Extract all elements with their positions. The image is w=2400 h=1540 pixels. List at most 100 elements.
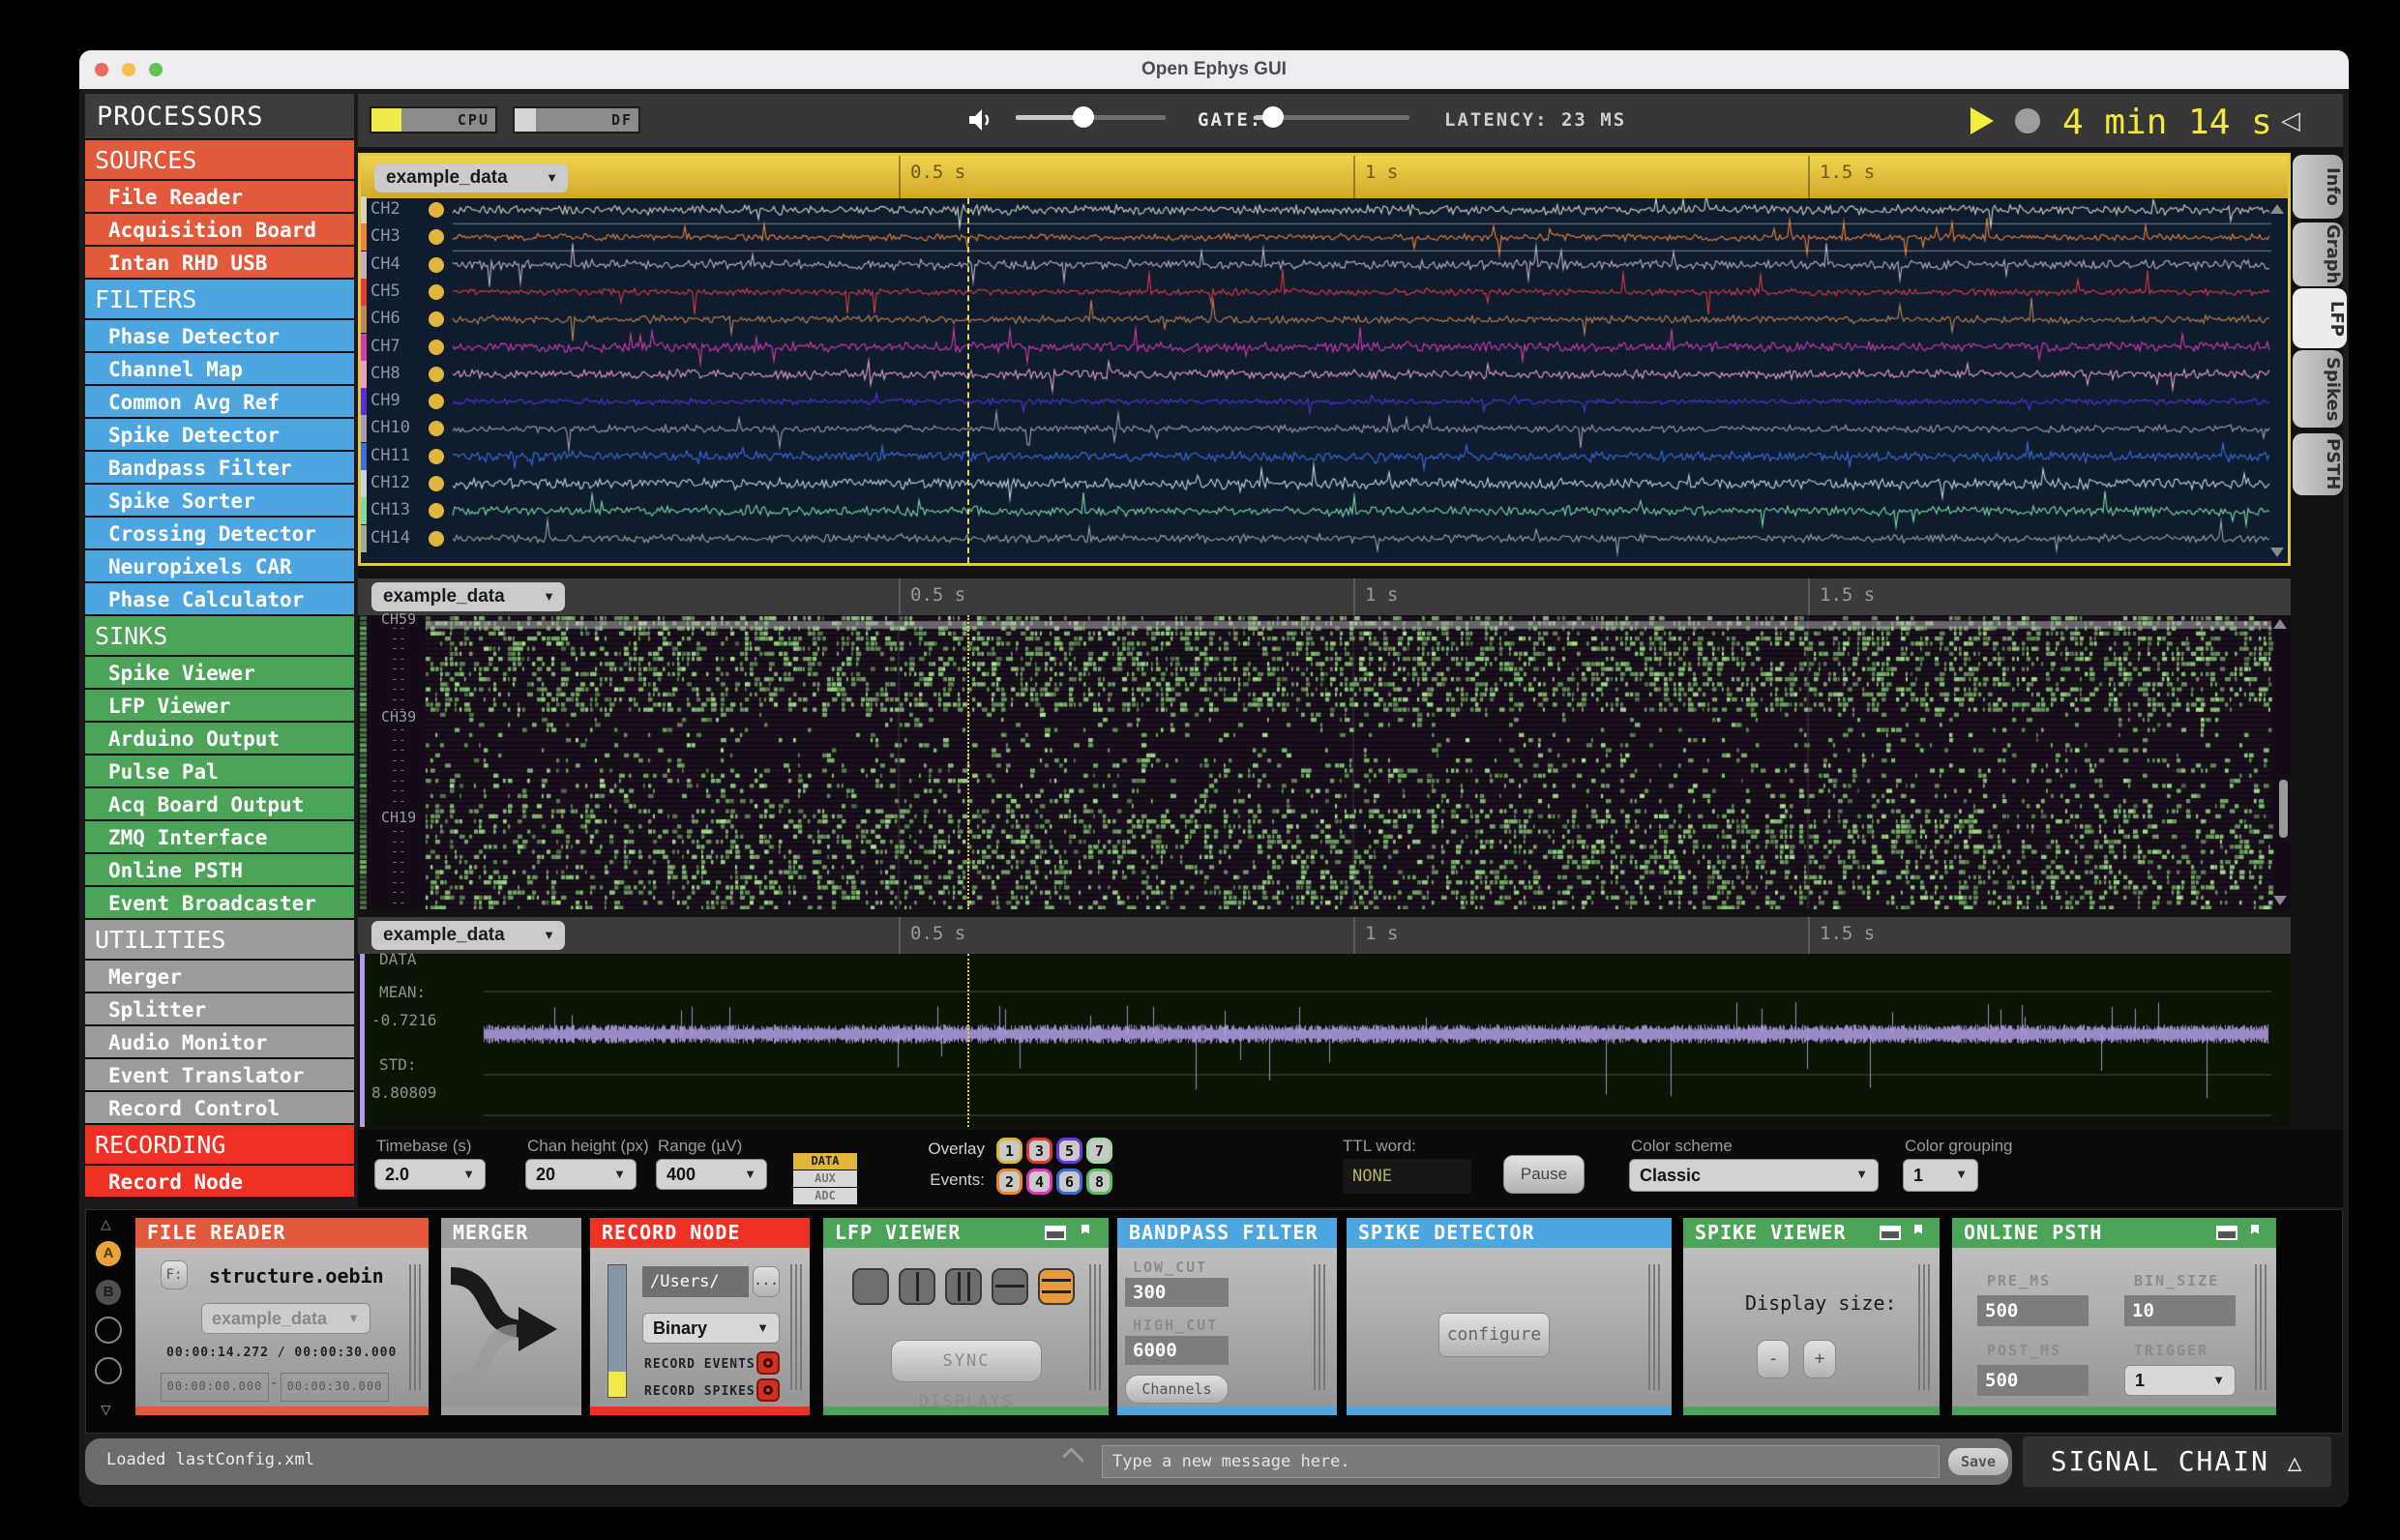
sidebar-item-phase-detector[interactable]: Phase Detector (85, 320, 354, 353)
processor-title[interactable]: SPIKE VIEWER (1683, 1218, 1940, 1248)
save-message-button[interactable]: Save (1948, 1448, 2008, 1475)
high-cut-field[interactable]: 6000 (1125, 1336, 1229, 1365)
sidebar-item-arduino-output[interactable]: Arduino Output (85, 723, 354, 755)
play-button[interactable] (1970, 107, 1994, 134)
channel-enable-button[interactable] (429, 202, 444, 218)
pre-ms-field[interactable]: 500 (1977, 1295, 2089, 1326)
browse-path-button[interactable]: ... (753, 1266, 780, 1297)
sidebar-item-event-translator[interactable]: Event Translator (85, 1059, 354, 1092)
record-events-toggle[interactable] (756, 1351, 780, 1375)
overlay-event-button-7[interactable]: 7 (1086, 1138, 1112, 1164)
channels-button[interactable]: Channels (1125, 1375, 1229, 1404)
color-scheme-dropdown[interactable]: Classic ▼ (1629, 1159, 1879, 1192)
processor-title[interactable]: RECORD NODE (590, 1218, 810, 1248)
channel-enable-button[interactable] (429, 339, 444, 355)
processor-title[interactable]: SPIKE DETECTOR (1347, 1218, 1672, 1248)
sidebar-item-event-broadcaster[interactable]: Event Broadcaster (85, 887, 354, 920)
sidebar-item-pulse-pal[interactable]: Pulse Pal (85, 755, 354, 788)
signal-chain-toggle[interactable]: SIGNAL CHAIN △ (2023, 1436, 2331, 1487)
scroll-down-icon[interactable] (2273, 896, 2287, 905)
processor-lfp-viewer[interactable]: LFP VIEWER SYNC DISPLAYS (823, 1218, 1109, 1415)
drag-handle[interactable] (1648, 1264, 1660, 1390)
sidebar-item-channel-map[interactable]: Channel Map (85, 353, 354, 386)
open-window-icon[interactable] (2216, 1226, 2237, 1240)
drag-handle[interactable] (1089, 1264, 1101, 1390)
sidebar-item-merger[interactable]: Merger (85, 961, 354, 993)
overlay-event-button-4[interactable]: 4 (1026, 1169, 1052, 1195)
sidebar-item-neuropixels-car[interactable]: Neuropixels CAR (85, 550, 354, 583)
layout-3row-button[interactable] (1038, 1268, 1075, 1305)
chevron-up-icon[interactable]: △ (101, 1214, 111, 1234)
layout-2col-button[interactable] (899, 1268, 935, 1305)
lfp-display-2[interactable]: example_data ▼ 0.5 s 1 s 1.5 s DATA MEAN: … (358, 917, 2291, 1127)
open-window-icon[interactable] (1880, 1226, 1901, 1240)
sidebar-item-splitter[interactable]: Splitter (85, 993, 354, 1026)
data-type-button[interactable]: DATA (793, 1153, 857, 1170)
signal-chain-empty-slot[interactable] (95, 1357, 122, 1384)
layout-3col-button[interactable] (945, 1268, 982, 1305)
lfp-display-0[interactable]: example_data ▼ 0.5 s1 s 1.5 s CH2 CH3 CH4 CH… (358, 153, 2291, 566)
processor-spike-detector[interactable]: SPIKE DETECTOR configure (1347, 1218, 1672, 1415)
drag-handle[interactable] (1918, 1264, 1930, 1390)
sidebar-item-online-psth[interactable]: Online PSTH (85, 854, 354, 887)
sync-displays-button[interactable]: SYNC DISPLAYS (891, 1340, 1042, 1411)
scroll-down-icon[interactable] (2270, 548, 2284, 557)
channel-enable-button[interactable] (429, 448, 444, 464)
layout-single-button[interactable] (852, 1268, 889, 1305)
collapse-toolbar-icon[interactable]: ◁ (2281, 105, 2300, 135)
gate-slider-thumb[interactable] (1262, 106, 1284, 128)
overlay-event-button-5[interactable]: 5 (1056, 1138, 1082, 1164)
signal-chain-empty-slot[interactable] (95, 1317, 122, 1344)
overlay-event-button-3[interactable]: 3 (1026, 1138, 1052, 1164)
channel-enable-button[interactable] (429, 530, 444, 547)
processor-file-reader[interactable]: FILE READER F: structure.oebin example_d… (135, 1218, 429, 1415)
channel-enable-button[interactable] (429, 394, 444, 410)
configure-button[interactable]: configure (1438, 1313, 1550, 1357)
sidebar-item-audio-monitor[interactable]: Audio Monitor (85, 1026, 354, 1059)
viewport-tab-psth[interactable]: PSTH (2293, 433, 2343, 495)
sidebar-item-spike-viewer[interactable]: Spike Viewer (85, 657, 354, 690)
trigger-dropdown[interactable]: 1 ▼ (2124, 1365, 2236, 1396)
viewport-tab-spikes[interactable]: Spikes (2293, 350, 2343, 428)
overlay-event-button-6[interactable]: 6 (1056, 1169, 1082, 1195)
processor-merger[interactable]: MERGER (441, 1218, 581, 1415)
lfp-display-2-body[interactable]: DATA MEAN: -0.7216 STD: 8.80809 (358, 950, 2291, 1127)
aux-type-button[interactable]: AUX (793, 1170, 857, 1187)
drag-handle[interactable] (1314, 1264, 1325, 1390)
channel-enable-button[interactable] (429, 283, 444, 300)
drag-handle[interactable] (790, 1264, 802, 1390)
decrease-size-button[interactable]: - (1757, 1340, 1790, 1378)
stream-selector[interactable]: example_data ▼ (374, 163, 568, 192)
chevron-down-icon[interactable]: ▽ (101, 1400, 111, 1420)
chan-height-dropdown[interactable]: 20 ▼ (525, 1159, 637, 1190)
increase-size-button[interactable]: + (1803, 1340, 1836, 1378)
scrollbar-thumb[interactable] (2279, 780, 2288, 838)
sidebar-item-record-node[interactable]: Record Node (85, 1166, 354, 1199)
scroll-up-icon[interactable] (2273, 619, 2287, 629)
overlay-event-button-2[interactable]: 2 (996, 1169, 1022, 1195)
channel-enable-button[interactable] (429, 366, 444, 382)
sidebar-item-spike-sorter[interactable]: Spike Sorter (85, 485, 354, 518)
file-select-button[interactable]: F: (161, 1260, 188, 1289)
signal-chain-b-button[interactable]: B (96, 1280, 121, 1305)
sidebar-item-file-reader[interactable]: File Reader (85, 181, 354, 214)
processor-bandpass-filter[interactable]: BANDPASS FILTER LOW_CUT 300 HIGH_CUT 600… (1117, 1218, 1337, 1415)
processor-record-node[interactable]: RECORD NODE /Users/ ... Binary ▼ RECORD … (590, 1218, 810, 1415)
sidebar-item-intan-rhd-usb[interactable]: Intan RHD USB (85, 247, 354, 280)
record-spikes-toggle[interactable] (756, 1378, 780, 1402)
stream-selector[interactable]: example_data ▼ (371, 582, 565, 611)
open-window-icon[interactable] (1045, 1226, 1066, 1240)
volume-slider-thumb[interactable] (1073, 106, 1094, 128)
overlay-event-button-8[interactable]: 8 (1086, 1169, 1112, 1195)
post-ms-field[interactable]: 500 (1977, 1365, 2089, 1396)
viewport-tab-graph[interactable]: Graph (2293, 222, 2343, 286)
viewport-tab-info[interactable]: Info (2293, 155, 2343, 219)
overlay-event-button-1[interactable]: 1 (996, 1138, 1022, 1164)
new-message-input[interactable] (1102, 1445, 1940, 1478)
sidebar-item-record-control[interactable]: Record Control (85, 1092, 354, 1125)
viewport-tab-lfp[interactable]: LFP (2293, 288, 2347, 348)
chevron-up-icon[interactable] (1062, 1447, 1084, 1469)
sidebar-item-zmq-interface[interactable]: ZMQ Interface (85, 821, 354, 854)
range-dropdown[interactable]: 400 ▼ (656, 1159, 767, 1190)
processor-online-psth[interactable]: ONLINE PSTH PRE_MS 500 BIN_SIZE 10 POST_… (1952, 1218, 2276, 1415)
